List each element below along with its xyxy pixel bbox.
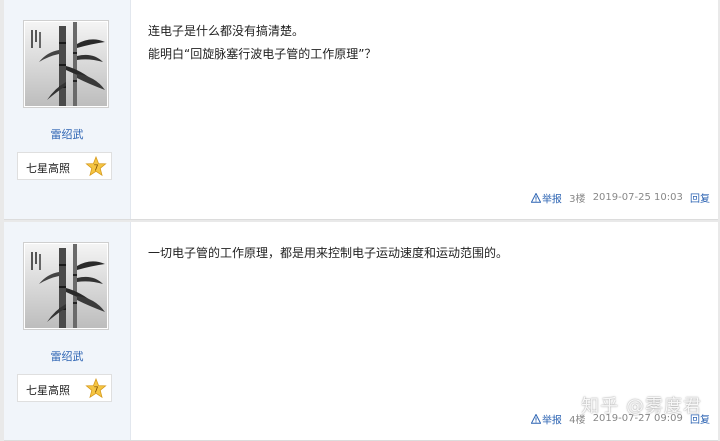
watermark: 知乎 @雾度君 [581, 396, 702, 417]
level-number: 7 [93, 386, 98, 395]
report-label: 举报 [541, 415, 562, 426]
report-button[interactable]: 举报 [530, 192, 562, 205]
floor-number: 3楼 [569, 194, 586, 205]
user-sidebar: 雷绍武 七星高照 7 [4, 222, 131, 440]
post-text-line: 连电子是什么都没有搞清楚。 [148, 24, 305, 38]
report-label: 举报 [541, 194, 562, 205]
username-link[interactable]: 雷绍武 [4, 126, 130, 142]
warning-triangle-icon [530, 413, 541, 424]
user-sidebar: 雷绍武 七星高照 7 [4, 0, 131, 219]
avatar[interactable] [23, 20, 109, 108]
warning-triangle-icon [530, 192, 541, 203]
level-star-icon: 7 [85, 378, 107, 399]
rank-label: 七星高照 [26, 162, 70, 175]
username-link[interactable]: 雷绍武 [4, 348, 130, 364]
avatar[interactable] [23, 242, 109, 330]
post-text-line: 能明白“回旋脉塞行波电子管的工作原理”？ [148, 47, 377, 61]
level-star-icon: 7 [85, 156, 107, 177]
reply-button[interactable]: 回复 [690, 194, 710, 205]
post-text-line: 一切电子管的工作原理，都是用来控制电子运动速度和运动范围的。 [148, 246, 509, 260]
post-timestamp: 2019-07-25 10:03 [592, 192, 683, 203]
forum-post: 雷绍武 七星高照 7 一切电子管的工作原理，都是用来控制电子运动速度和运动范围的… [4, 222, 718, 441]
post-footer: 举报 3楼 2019-07-25 10:03 回复 [530, 190, 710, 205]
bamboo-avatar-image [25, 22, 107, 106]
level-number: 7 [93, 164, 98, 173]
bamboo-avatar-image [25, 244, 107, 328]
forum-post: 雷绍武 七星高照 7 连电子是什么都没有搞清楚。 能明白“回旋脉塞行波电子管的工… [4, 0, 718, 220]
rank-label: 七星高照 [26, 384, 70, 397]
post-content: 一切电子管的工作原理，都是用来控制电子运动速度和运动范围的。 [148, 242, 708, 265]
user-rank-badge: 七星高照 7 [17, 374, 112, 402]
report-button[interactable]: 举报 [530, 413, 562, 426]
post-content: 连电子是什么都没有搞清楚。 能明白“回旋脉塞行波电子管的工作原理”？ [148, 20, 708, 66]
user-rank-badge: 七星高照 7 [17, 152, 112, 180]
